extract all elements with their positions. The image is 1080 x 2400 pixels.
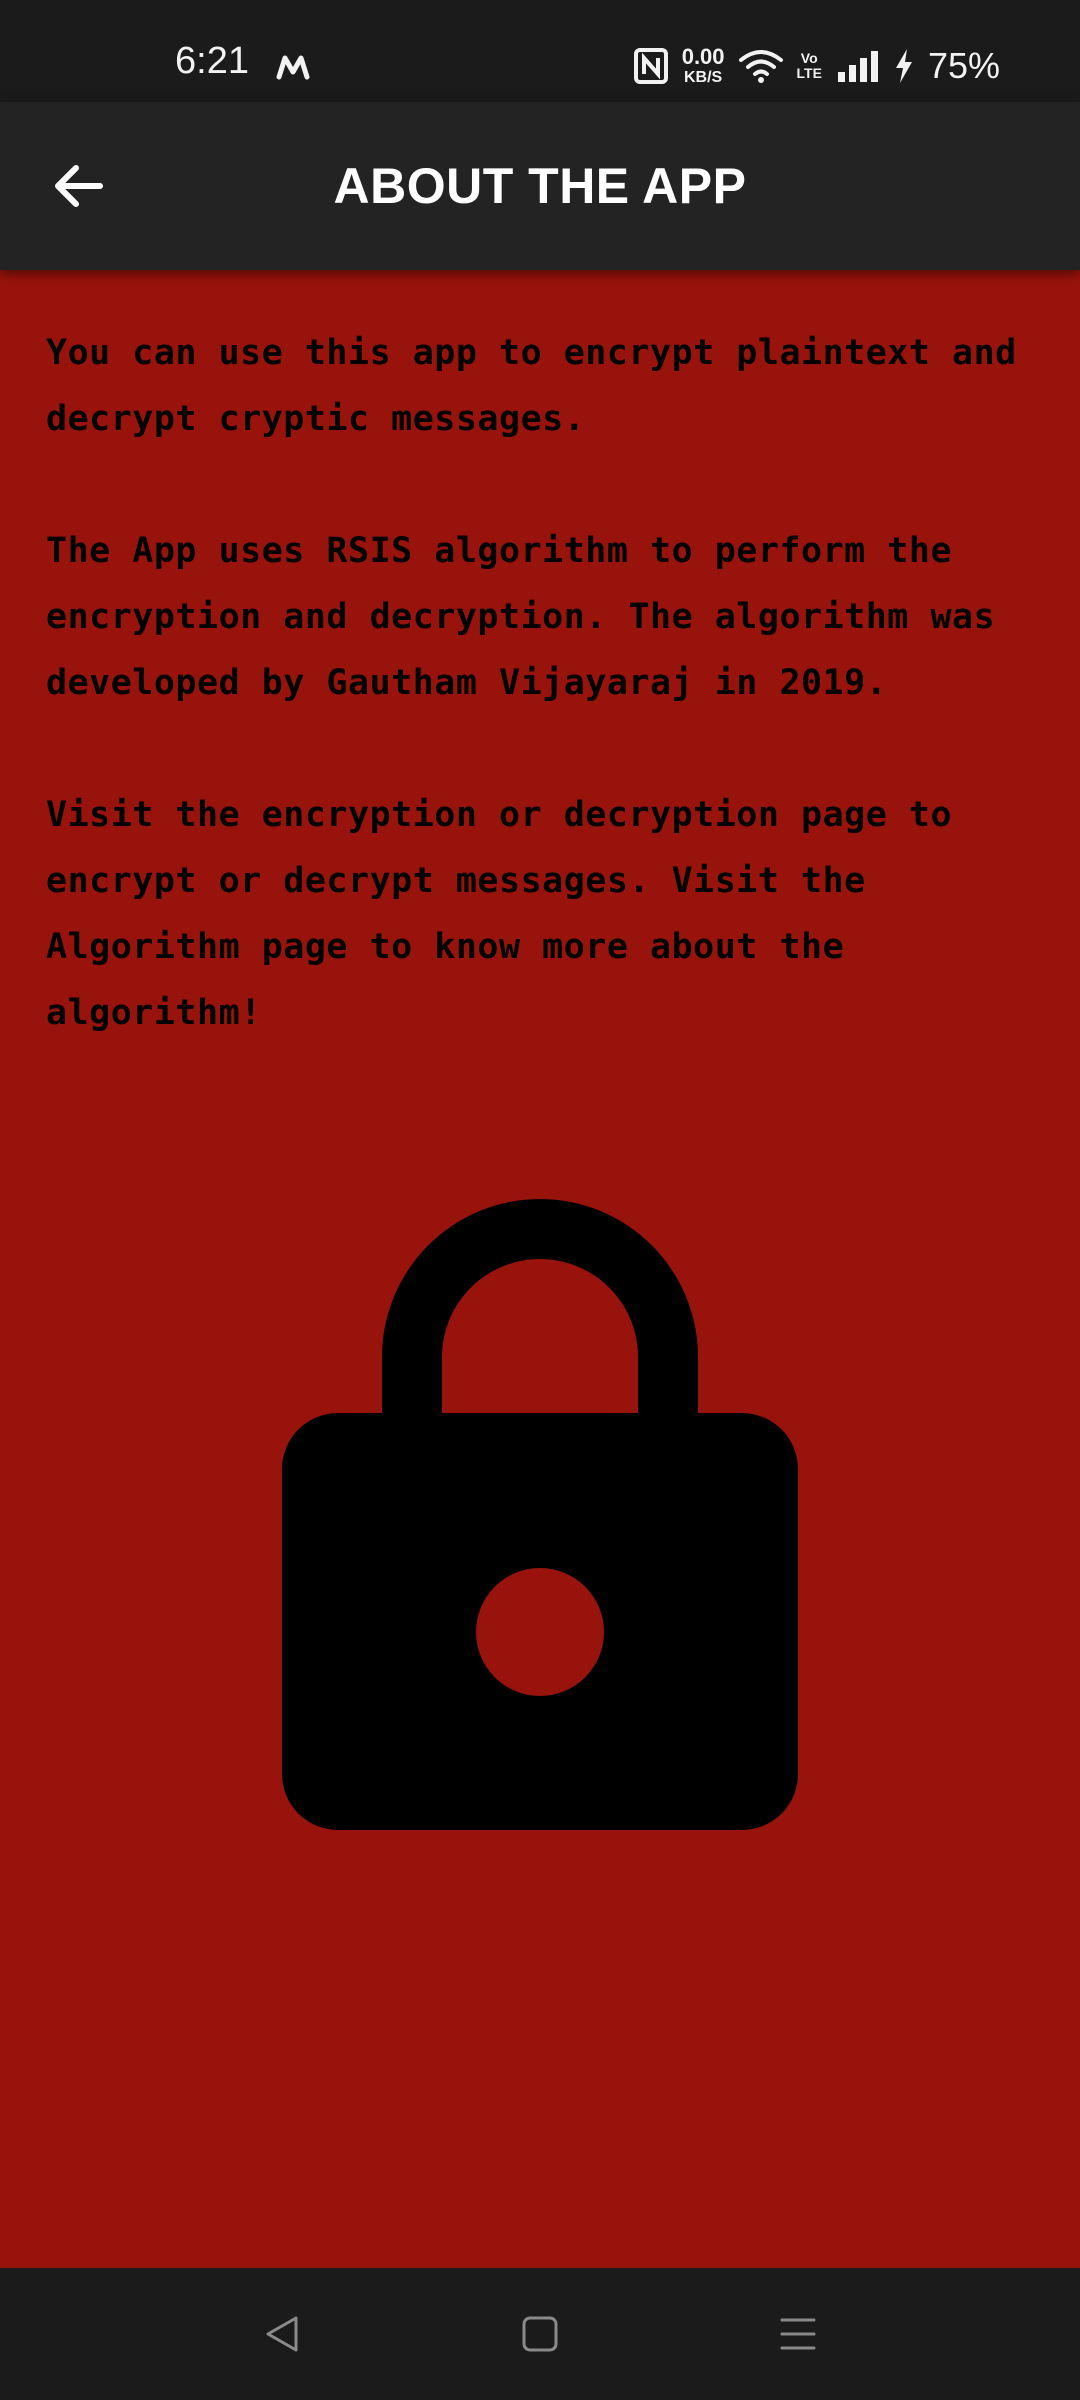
volte-bottom-text: LTE bbox=[796, 65, 822, 81]
triangle-back-icon bbox=[266, 2316, 298, 2352]
app-bar: ABOUT THE APP bbox=[0, 102, 1080, 270]
about-paragraph-algorithm: The App uses RSIS algorithm to perform t… bbox=[46, 531, 996, 703]
menu-lines-icon bbox=[780, 2318, 816, 2350]
status-icons: 0.00 KB/S Vo LTE 75% bbox=[633, 44, 1000, 88]
notification-m-icon bbox=[276, 55, 310, 80]
volte-top-text: Vo bbox=[800, 50, 818, 67]
square-home-icon bbox=[522, 2316, 558, 2352]
about-paragraph-navigation: Visit the encryption or decryption page … bbox=[46, 795, 953, 1033]
lock-icon bbox=[282, 1199, 798, 1830]
nav-back-button[interactable] bbox=[246, 2298, 318, 2370]
volte-indicator: Vo LTE bbox=[797, 51, 822, 80]
network-speed-value: 0.00 bbox=[681, 44, 725, 69]
navigation-bar bbox=[0, 2268, 1080, 2400]
nav-menu-button[interactable] bbox=[762, 2298, 834, 2370]
charging-bolt-icon bbox=[895, 49, 912, 83]
wifi-icon bbox=[738, 50, 783, 83]
status-bar: 6:21 0.00 KB/S Vo LTE 75% bbox=[0, 0, 1080, 102]
nfc-icon bbox=[633, 48, 668, 84]
nav-home-button[interactable] bbox=[504, 2298, 576, 2370]
network-speed-unit: KB/S bbox=[684, 69, 723, 86]
network-speed: 0.00 KB/S bbox=[682, 46, 725, 86]
page-title: ABOUT THE APP bbox=[333, 158, 747, 214]
about-description: You can use this app to encrypt plaintex… bbox=[46, 320, 1036, 1112]
signal-icon bbox=[837, 51, 878, 82]
status-time: 6:21 bbox=[175, 40, 249, 82]
battery-percentage: 75% bbox=[927, 45, 1000, 86]
about-paragraph-usage: You can use this app to encrypt plaintex… bbox=[46, 333, 1017, 439]
about-content: You can use this app to encrypt plaintex… bbox=[0, 270, 1080, 2268]
